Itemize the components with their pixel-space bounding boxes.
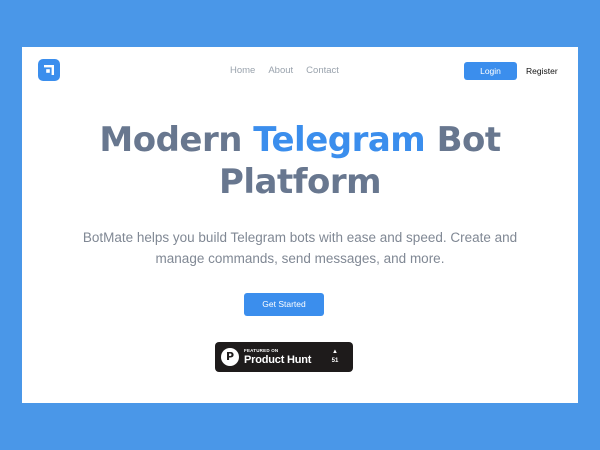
login-button[interactable]: Login	[464, 62, 517, 80]
hero-title-line2: Platform	[218, 162, 382, 202]
nav-link-contact[interactable]: Contact	[306, 65, 339, 76]
product-hunt-logo-icon: P	[221, 348, 239, 366]
app-logo-icon[interactable]	[38, 59, 60, 81]
product-hunt-badge[interactable]: P FEATURED ON Product Hunt ▲ 51	[215, 342, 353, 372]
product-hunt-featured-label: FEATURED ON	[244, 348, 279, 353]
nav-link-home[interactable]: Home	[230, 65, 255, 76]
hero-title-accent: Telegram	[253, 120, 426, 160]
hero-title-part1: Modern	[99, 120, 254, 160]
logo-glyph	[44, 65, 54, 75]
get-started-button[interactable]: Get Started	[244, 293, 324, 316]
landing-page: Home About Contact Login Register Modern…	[22, 47, 578, 403]
hero-subtitle: BotMate helps you build Telegram bots wi…	[82, 230, 518, 266]
register-button[interactable]: Register	[526, 62, 558, 80]
hero-title-part2: Bot	[425, 120, 502, 160]
nav-link-about[interactable]: About	[268, 65, 293, 76]
product-hunt-name: Product Hunt	[244, 354, 312, 366]
main-nav: Home About Contact	[230, 65, 339, 76]
product-hunt-upvote-count: 51	[331, 358, 339, 364]
hero-title: Modern Telegram Bot Platform	[22, 119, 578, 203]
upvote-arrow-icon: ▲	[332, 349, 338, 355]
